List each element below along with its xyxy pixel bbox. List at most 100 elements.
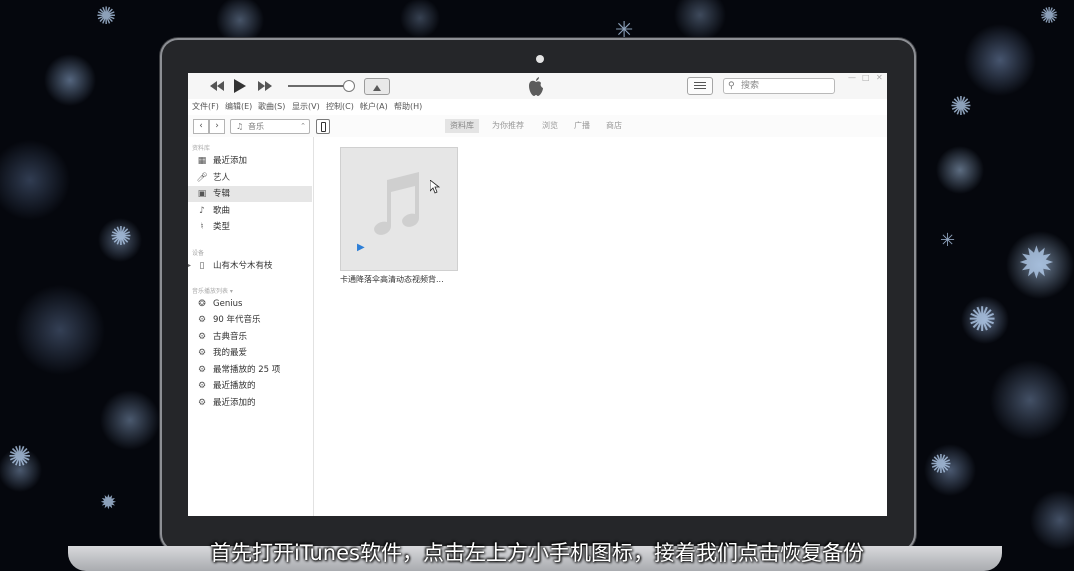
snowflake-decoration: ✺ xyxy=(96,2,117,30)
snowflake-decoration: ✺ xyxy=(950,92,972,122)
sidebar-item-label: 90 年代音乐 xyxy=(213,315,261,325)
sidebar-item-albums[interactable]: ▣ 专辑 xyxy=(188,186,312,202)
forward-button[interactable]: › xyxy=(209,119,225,134)
sidebar-item-artists[interactable]: 🎤︎ 艺人 xyxy=(188,170,312,186)
gear-icon: ⚙ xyxy=(197,315,207,325)
sidebar-item-recently-added-playlist[interactable]: ⚙ 最近添加的 xyxy=(188,395,312,411)
sidebar-item-label: 类型 xyxy=(213,222,231,232)
device-name: 山有木兮木有枝 xyxy=(213,261,273,271)
video-subtitle: 首先打开iTunes软件，点击左上方小手机图标，接着我们点击恢复备份 xyxy=(210,541,864,565)
album-title[interactable]: 卡通降落伞高清动态视频背... xyxy=(340,274,470,285)
maximize-icon[interactable]: □ xyxy=(862,73,870,82)
devices-header: 设备 xyxy=(192,250,205,257)
play-icon[interactable]: ▶ xyxy=(357,242,365,253)
sidebar-item-device[interactable]: ▸ ▯ 山有木兮木有枝 xyxy=(188,258,312,274)
menu-song[interactable]: 歌曲(S) xyxy=(258,99,285,115)
sidebar-item-classical[interactable]: ⚙ 古典音乐 xyxy=(188,329,312,345)
sidebar-item-label: 我的最爱 xyxy=(213,348,248,358)
volume-slider[interactable] xyxy=(288,85,348,87)
album-grid: ▶ 卡通降落伞高清动态视频背... xyxy=(314,137,887,516)
sidebar-item-favorites[interactable]: ⚙ 我的最爱 xyxy=(188,345,312,361)
disclosure-triangle-icon[interactable]: ▸ xyxy=(188,258,191,274)
list-view-button[interactable] xyxy=(687,77,713,95)
snowflake-decoration: ✺ xyxy=(930,450,952,480)
genre-icon: ♮ xyxy=(200,222,204,232)
sidebar-item-genius[interactable]: ❂ Genius xyxy=(188,296,312,312)
menu-bar: 文件(F) 编辑(E) 歌曲(S) 显示(V) 控制(C) 帐户(A) 帮助(H… xyxy=(188,99,887,115)
menu-view[interactable]: 显示(V) xyxy=(292,99,320,115)
sidebar-item-label: 艺人 xyxy=(213,173,231,183)
menu-controls[interactable]: 控制(C) xyxy=(326,99,354,115)
sidebar-item-label: 最近添加 xyxy=(213,156,248,166)
sidebar-item-label: Genius xyxy=(213,299,243,309)
snowflake-decoration: ✹ xyxy=(100,490,117,514)
rewind-icon[interactable] xyxy=(210,73,224,101)
playlists-header[interactable]: 音乐播放列表 ▾ xyxy=(192,286,233,295)
microphone-icon: 🎤︎ xyxy=(196,173,208,183)
volume-knob[interactable] xyxy=(343,80,355,92)
sidebar-item-recently-played[interactable]: ⚙ 最近播放的 xyxy=(188,378,312,394)
sidebar-item-label: 最常播放的 25 项 xyxy=(213,365,281,375)
camera-dot xyxy=(536,55,544,63)
snowflake-decoration: ✺ xyxy=(968,300,997,340)
album-artwork[interactable]: ▶ xyxy=(340,147,458,271)
sidebar-item-label: 专辑 xyxy=(213,189,231,199)
tab-store[interactable]: 商店 xyxy=(606,119,622,133)
library-header: 资料库 xyxy=(192,145,211,152)
genius-icon: ❂ xyxy=(198,299,206,309)
sidebar: 资料库 ▦ 最近添加 🎤︎ 艺人 ▣ 专辑 ♪ 歌曲 ♮ 类型 设备 ▸ ▯ 山… xyxy=(188,137,314,516)
nav-bar: ‹ › ♫ 音乐 ⌃ 资料库 为你推荐 浏览 广播 商店 xyxy=(188,115,887,138)
sidebar-item-recently-added[interactable]: ▦ 最近添加 xyxy=(188,153,312,169)
snowflake-decoration: ✺ xyxy=(110,222,132,252)
close-icon[interactable]: ✕ xyxy=(876,73,883,82)
fast-forward-icon[interactable] xyxy=(258,73,272,101)
menu-help[interactable]: 帮助(H) xyxy=(394,99,422,115)
player-toolbar: ⚲ 搜索 — □ ✕ xyxy=(188,73,887,99)
phone-icon xyxy=(321,122,326,132)
sidebar-item-songs[interactable]: ♪ 歌曲 xyxy=(188,203,312,219)
album-icon: ▣ xyxy=(197,189,207,199)
itunes-window: ⚲ 搜索 — □ ✕ 文件(F) 编辑(E) 歌曲(S) 显示(V) 控制(C)… xyxy=(188,73,887,516)
snowflake-decoration: ✳ xyxy=(940,230,956,251)
gear-icon: ⚙ xyxy=(197,365,207,375)
menu-edit[interactable]: 编辑(E) xyxy=(225,99,252,115)
iphone-icon: ▯ xyxy=(199,261,205,271)
gear-icon: ⚙ xyxy=(197,332,207,342)
list-icon-line xyxy=(694,88,706,89)
minimize-icon[interactable]: — xyxy=(848,73,856,82)
menu-account[interactable]: 帐户(A) xyxy=(360,99,388,115)
music-note-icon: ♫ xyxy=(236,122,244,131)
snowflake-decoration: ✺ xyxy=(8,440,32,473)
sidebar-item-top-25[interactable]: ⚙ 最常播放的 25 项 xyxy=(188,362,312,378)
menu-file[interactable]: 文件(F) xyxy=(192,99,219,115)
media-type-label: 音乐 xyxy=(248,122,264,131)
sidebar-item-label: 最近播放的 xyxy=(213,381,256,391)
tab-for-you[interactable]: 为你推荐 xyxy=(492,119,524,133)
tab-radio[interactable]: 广播 xyxy=(574,119,590,133)
tab-browse[interactable]: 浏览 xyxy=(542,119,558,133)
back-button[interactable]: ‹ xyxy=(193,119,209,134)
list-icon xyxy=(694,82,706,83)
search-input[interactable]: ⚲ 搜索 xyxy=(723,78,835,94)
airplay-button[interactable] xyxy=(364,78,390,95)
sidebar-item-label: 歌曲 xyxy=(213,206,231,216)
apple-logo-icon xyxy=(529,77,543,96)
sidebar-item-genres[interactable]: ♮ 类型 xyxy=(188,219,312,235)
gear-icon: ⚙ xyxy=(197,381,207,391)
search-placeholder: 搜索 xyxy=(741,81,760,91)
gear-icon: ⚙ xyxy=(197,348,207,358)
sidebar-item-label: 古典音乐 xyxy=(213,332,248,342)
device-phone-button[interactable] xyxy=(316,119,330,134)
tab-library[interactable]: 资料库 xyxy=(445,119,479,133)
mouse-cursor-icon xyxy=(430,180,440,194)
sidebar-item-label: 最近添加的 xyxy=(213,398,256,408)
snowflake-decoration: ✺ xyxy=(1040,4,1059,29)
gear-icon: ⚙ xyxy=(197,398,207,408)
grid-icon: ▦ xyxy=(197,156,207,166)
music-note-icon: ♪ xyxy=(199,206,205,216)
search-icon: ⚲ xyxy=(728,81,735,91)
airplay-icon xyxy=(373,85,381,91)
media-type-select[interactable]: ♫ 音乐 ⌃ xyxy=(230,119,310,134)
sidebar-item-90s-music[interactable]: ⚙ 90 年代音乐 xyxy=(188,312,312,328)
snowflake-decoration: ✹ xyxy=(1018,238,1055,289)
